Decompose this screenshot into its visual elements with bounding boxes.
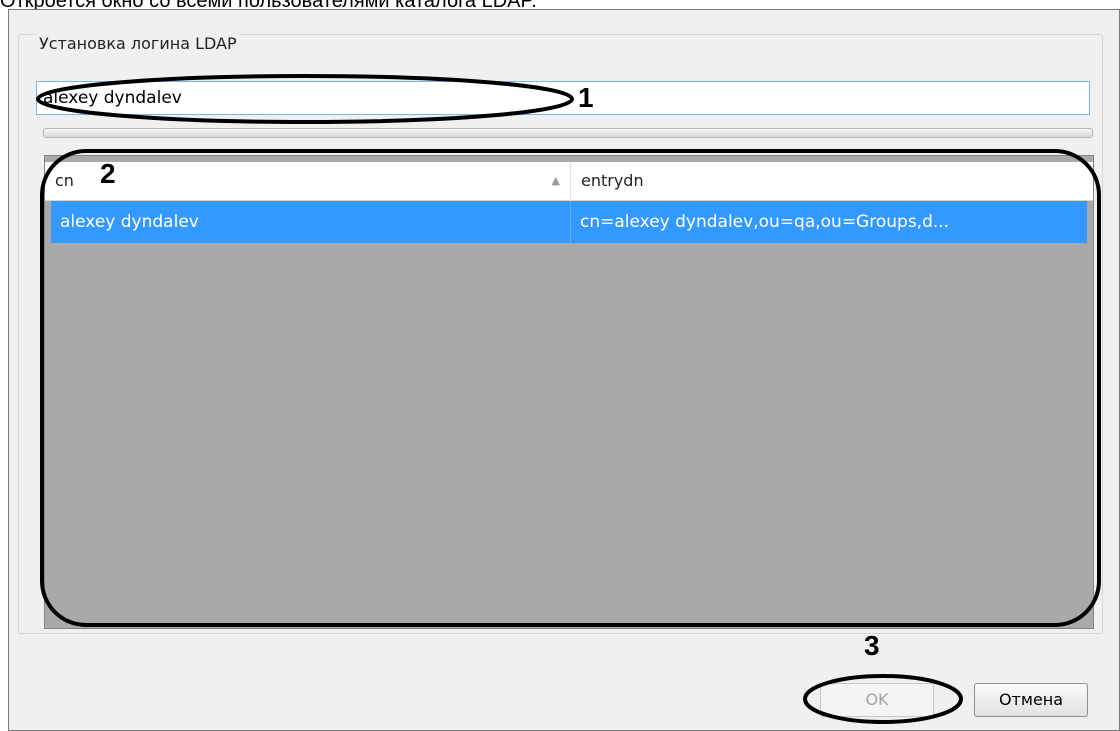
grid-header: cn ▲ entrydn xyxy=(45,162,1093,201)
search-input[interactable] xyxy=(36,81,1090,115)
column-header-cn[interactable]: cn ▲ xyxy=(45,162,571,200)
users-grid[interactable]: cn ▲ entrydn alexey dyndalev cn=alexey d… xyxy=(44,155,1094,629)
cell-cn: alexey dyndalev xyxy=(51,201,571,243)
annotation-marker-1: 1 xyxy=(578,82,594,113)
column-header-entrydn[interactable]: entrydn xyxy=(571,162,1093,200)
column-header-cn-label: cn xyxy=(55,171,74,190)
progress-bar xyxy=(43,128,1093,138)
ok-button[interactable]: OK xyxy=(820,683,934,717)
sort-ascending-icon: ▲ xyxy=(551,174,560,187)
annotation-marker-2: 2 xyxy=(100,158,116,189)
cell-entrydn: cn=alexey dyndalev,ou=qa,ou=Groups,d... xyxy=(580,212,950,232)
group-title: Установка логина LDAP xyxy=(36,34,240,53)
cancel-button[interactable]: Отмена xyxy=(974,683,1088,717)
column-header-entrydn-label: entrydn xyxy=(581,171,644,190)
annotation-marker-3: 3 xyxy=(864,630,880,661)
table-row[interactable]: alexey dyndalev cn=alexey dyndalev,ou=qa… xyxy=(51,201,1087,243)
